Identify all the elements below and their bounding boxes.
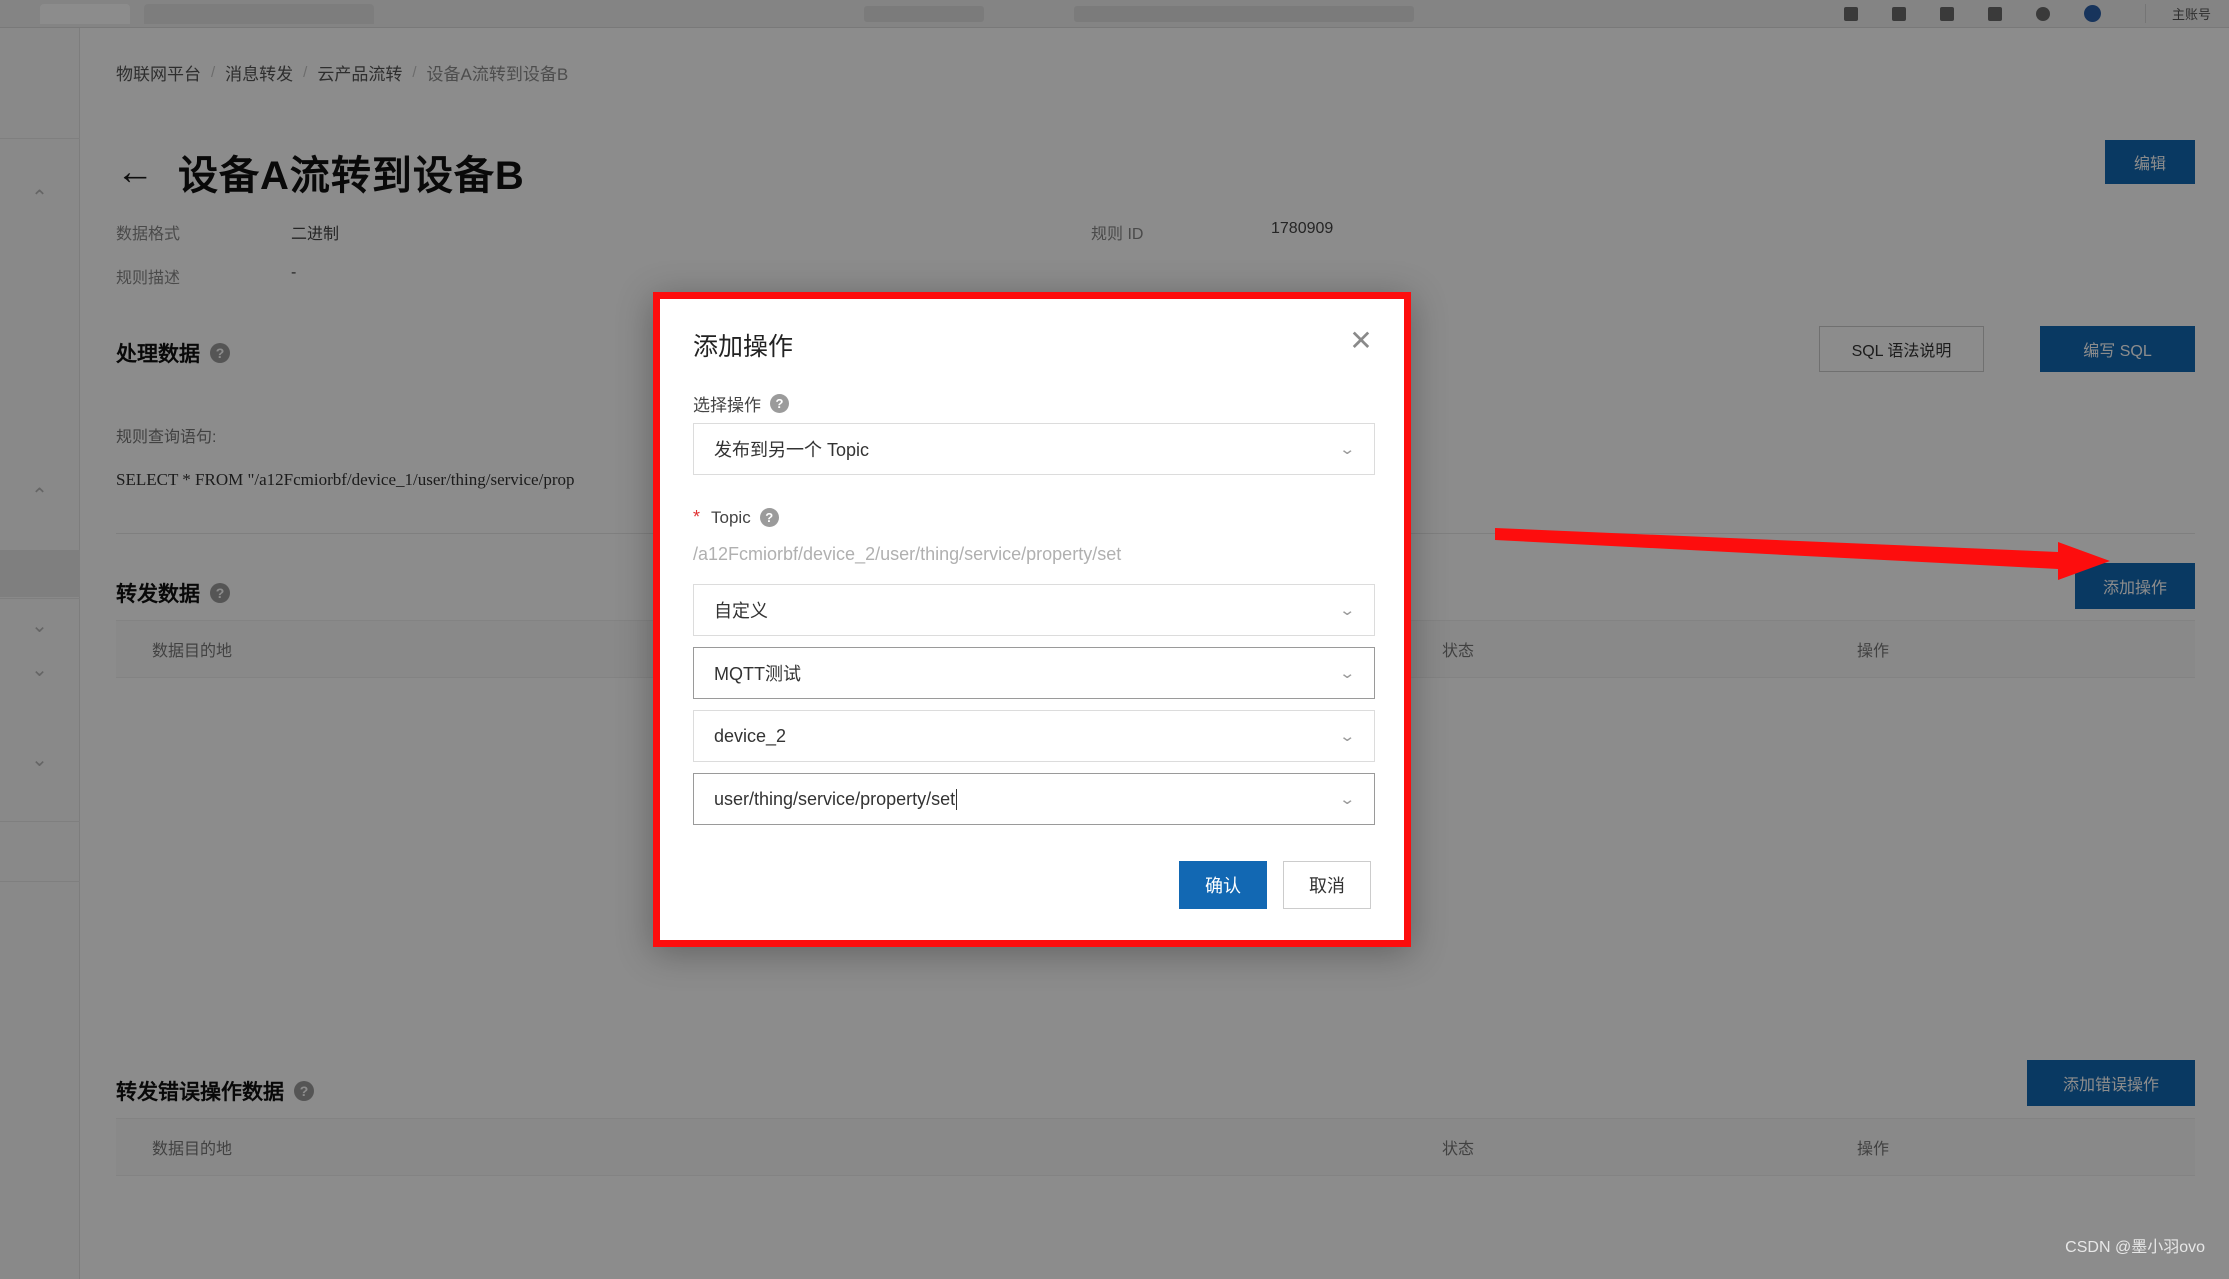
chevron-down-icon: ⌄ — [1339, 728, 1357, 745]
cancel-button[interactable]: 取消 — [1283, 861, 1371, 909]
watermark: CSDN @墨小羽ovo — [2065, 1239, 2205, 1256]
topic-product-value: MQTT测试 — [714, 664, 801, 684]
topic-device-select[interactable]: device_2 ⌄ — [693, 710, 1375, 762]
close-icon[interactable]: ✕ — [1346, 327, 1376, 357]
dialog-body: 添加操作 ✕ 选择操作 ? 发布到另一个 Topic ⌄ * Topic ? /… — [660, 299, 1404, 940]
field-label-text: 选择操作 — [693, 396, 761, 415]
topic-preview-text: /a12Fcmiorbf/device_2/user/thing/service… — [693, 544, 1122, 564]
help-icon[interactable]: ? — [770, 394, 789, 413]
topic-scope-select[interactable]: 自定义 ⌄ — [693, 584, 1375, 636]
topic-scope-value: 自定义 — [714, 601, 768, 621]
chevron-down-icon: ⌄ — [1339, 602, 1357, 619]
chevron-down-icon: ⌄ — [1339, 665, 1357, 682]
topic-path-value: user/thing/service/property/set — [714, 788, 956, 809]
topic-device-value: device_2 — [714, 725, 787, 746]
chevron-down-icon: ⌄ — [1339, 791, 1357, 808]
field-label-text: Topic — [711, 507, 751, 527]
topic-label: * Topic ? — [693, 507, 779, 528]
add-action-dialog: 添加操作 ✕ 选择操作 ? 发布到另一个 Topic ⌄ * Topic ? /… — [653, 292, 1411, 947]
dialog-title: 添加操作 — [693, 333, 794, 361]
confirm-button[interactable]: 确认 — [1179, 861, 1267, 909]
text-caret — [956, 788, 958, 810]
action-type-value: 发布到另一个 Topic — [714, 440, 870, 460]
chevron-down-icon: ⌄ — [1339, 441, 1357, 458]
action-type-select[interactable]: 发布到另一个 Topic ⌄ — [693, 423, 1375, 475]
help-icon[interactable]: ? — [759, 508, 779, 527]
topic-product-select[interactable]: MQTT测试 ⌄ — [693, 647, 1375, 699]
dialog-footer: 确认 取消 — [693, 861, 1371, 909]
topic-path-select[interactable]: user/thing/service/property/set ⌄ — [693, 773, 1375, 825]
required-marker: * — [693, 507, 701, 527]
select-action-label: 选择操作 ? — [693, 391, 789, 416]
